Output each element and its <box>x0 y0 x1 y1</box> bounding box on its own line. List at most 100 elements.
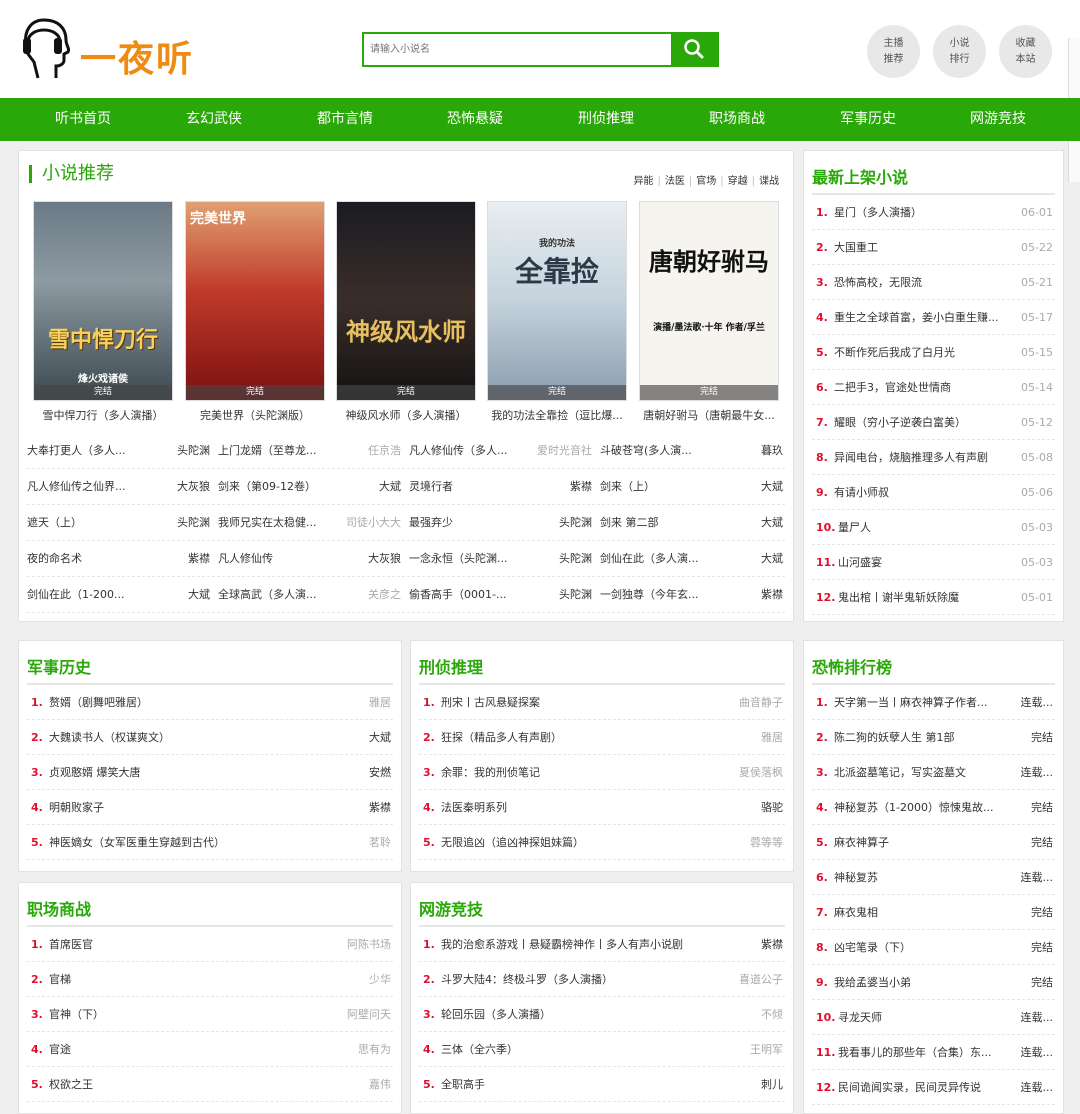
list-item[interactable]: 2. 斗罗大陆4：终极斗罗（多人演播） 喜道公子 <box>419 962 785 997</box>
list-item[interactable]: 3. 恐怖高校，无限流 05-21 <box>812 265 1055 300</box>
recommend-item[interactable]: 我师兄实在太稳健... 司徒小大大 <box>218 505 401 541</box>
list-item[interactable]: 5. 权欲之王 嘉伟 <box>27 1067 393 1102</box>
item-title[interactable]: 不断作死后我成了白月光 <box>834 335 955 370</box>
list-item[interactable]: 1. 我的治愈系游戏丨悬疑霸榜神作丨多人有声小说剧 紫襟 <box>419 927 785 962</box>
book-name[interactable]: 斗破苍穹(多人演... <box>600 433 730 469</box>
book-name[interactable]: 灵境行者 <box>409 469 539 505</box>
tag-link[interactable]: 谍战 <box>759 176 779 187</box>
recommend-item[interactable]: 全球高武（多人演... 关彦之 <box>218 577 401 613</box>
list-item[interactable]: 11. 我看事儿的那些年（合集）东... 连载... <box>812 1035 1055 1070</box>
item-title[interactable]: 麻衣鬼相 <box>834 895 878 930</box>
list-item[interactable]: 4. 官途 思有为 <box>27 1032 393 1067</box>
book-name[interactable]: 全球高武（多人演... <box>218 577 348 613</box>
recommend-item[interactable]: 斗破苍穹(多人演... 暮玖 <box>600 433 783 469</box>
bookmark-site-button[interactable]: 收藏 本站 <box>999 25 1052 78</box>
book-name[interactable]: 剑仙在此（1-200... <box>27 577 157 613</box>
list-item[interactable]: 7. 麻衣鬼相 完结 <box>812 895 1055 930</box>
recommend-item[interactable]: 灵境行者 紫襟 <box>409 469 592 505</box>
recommend-item[interactable]: 一剑独尊（今年玄... 紫襟 <box>600 577 783 613</box>
site-logo[interactable]: 一夜听 <box>20 14 195 84</box>
book-name[interactable]: 凡人修仙传（多人... <box>409 433 539 469</box>
recommend-item[interactable]: 剑来 第二部 大斌 <box>600 505 783 541</box>
list-item[interactable]: 6. 神秘复苏 连载... <box>812 860 1055 895</box>
nav-military[interactable]: 军事历史 <box>813 98 923 141</box>
list-item[interactable]: 10. 寻龙天师 连载... <box>812 1000 1055 1035</box>
book-cover[interactable]: 神级风水师 完结 <box>336 201 476 401</box>
list-item[interactable]: 8. 凶宅笔录（下） 完结 <box>812 930 1055 965</box>
list-item[interactable]: 3. 北派盗墓笔记，写实盗墓文 连载... <box>812 755 1055 790</box>
list-item[interactable]: 5. 神医嫡女（女军医重生穿越到古代） 茗聆 <box>27 825 393 860</box>
item-title[interactable]: 官梯 <box>49 962 71 997</box>
nav-home[interactable]: 听书首页 <box>28 98 138 141</box>
book-name[interactable]: 一剑独尊（今年玄... <box>600 577 730 613</box>
item-title[interactable]: 大国重工 <box>834 230 878 265</box>
tag-link[interactable]: 法医 <box>665 176 685 187</box>
list-item[interactable]: 1. 首席医官 阿陈书场 <box>27 927 393 962</box>
book-name[interactable]: 剑来 第二部 <box>600 505 730 541</box>
book-name[interactable]: 夜的命名术 <box>27 541 157 577</box>
recommend-item[interactable]: 凡人修仙传（多人... 爱时光音社 <box>409 433 592 469</box>
book-title[interactable]: 完美世界（头陀渊版） <box>177 407 333 423</box>
item-title[interactable]: 天字第一当丨麻衣神算子作者... <box>834 685 988 720</box>
book-cover[interactable]: 唐朝好驸马 演播/墨法歌·十年 作者/孚兰 完结 <box>639 201 779 401</box>
recommend-item[interactable]: 剑仙在此（1-200... 大斌 <box>27 577 210 613</box>
anchor-recommend-button[interactable]: 主播 推荐 <box>867 25 920 78</box>
item-title[interactable]: 余罪：我的刑侦笔记 <box>441 755 540 790</box>
list-item[interactable]: 2. 大魏读书人（权谋爽文） 大斌 <box>27 720 393 755</box>
item-title[interactable]: 官神（下） <box>49 997 104 1032</box>
recommend-item[interactable]: 偷香高手（0001-... 头陀渊 <box>409 577 592 613</box>
book-name[interactable]: 最强弃少 <box>409 505 539 541</box>
item-title[interactable]: 星门（多人演播） <box>834 195 922 230</box>
item-title[interactable]: 贞观憨婿 爆笑大唐 <box>49 755 141 790</box>
search-button[interactable] <box>671 32 717 67</box>
nav-urban[interactable]: 都市言情 <box>290 98 400 141</box>
recommend-item[interactable]: 上门龙婿（至尊龙... 任京浩 <box>218 433 401 469</box>
book-name[interactable]: 剑来（上） <box>600 469 730 505</box>
recommend-item[interactable]: 剑来（第09-12卷） 大斌 <box>218 469 401 505</box>
item-title[interactable]: 赘婿（剧舞吧雅居） <box>49 685 148 720</box>
list-item[interactable]: 4. 三体（全六季） 王明军 <box>419 1032 785 1067</box>
book-name[interactable]: 一念永恒（头陀渊... <box>409 541 539 577</box>
list-item[interactable]: 8. 异闻电台，烧脑推理多人有声剧 05-08 <box>812 440 1055 475</box>
list-item[interactable]: 3. 余罪：我的刑侦笔记 夏侯落枫 <box>419 755 785 790</box>
list-item[interactable]: 2. 陈二狗的妖孽人生 第1部 完结 <box>812 720 1055 755</box>
item-title[interactable]: 我给孟婆当小弟 <box>834 965 911 1000</box>
recommend-item[interactable]: 一念永恒（头陀渊... 头陀渊 <box>409 541 592 577</box>
item-title[interactable]: 民间诡闻实录，民间灵异传说 <box>838 1070 981 1105</box>
nav-detective[interactable]: 刑侦推理 <box>551 98 661 141</box>
item-title[interactable]: 权欲之王 <box>49 1067 93 1102</box>
list-item[interactable]: 3. 轮回乐园（多人演播） 不倾 <box>419 997 785 1032</box>
recommend-item[interactable]: 剑仙在此（多人演... 大斌 <box>600 541 783 577</box>
list-item[interactable]: 7. 耀眼（穷小子逆袭白富美） 05-12 <box>812 405 1055 440</box>
item-title[interactable]: 二把手3，官途处世情商 <box>834 370 951 405</box>
tag-link[interactable]: 异能 <box>634 176 654 187</box>
item-title[interactable]: 轮回乐园（多人演播） <box>441 997 551 1032</box>
item-title[interactable]: 全职高手 <box>441 1067 485 1102</box>
book-name[interactable]: 我师兄实在太稳健... <box>218 505 348 541</box>
item-title[interactable]: 寻龙天师 <box>838 1000 882 1035</box>
book-name[interactable]: 剑来（第09-12卷） <box>218 469 348 505</box>
item-title[interactable]: 异闻电台，烧脑推理多人有声剧 <box>834 440 988 475</box>
item-title[interactable]: 神秘复苏（1-2000）惊悚鬼故... <box>834 790 993 825</box>
item-title[interactable]: 三体（全六季） <box>441 1032 518 1067</box>
book-cover[interactable]: 雪中悍刀行 烽火戏诸侯 完结 <box>33 201 173 401</box>
recommend-item[interactable]: 夜的命名术 紫襟 <box>27 541 210 577</box>
list-item[interactable]: 5. 不断作死后我成了白月光 05-15 <box>812 335 1055 370</box>
item-title[interactable]: 我的治愈系游戏丨悬疑霸榜神作丨多人有声小说剧 <box>441 927 683 962</box>
book-name[interactable]: 大奉打更人（多人... <box>27 433 157 469</box>
list-item[interactable]: 2. 官梯 少华 <box>27 962 393 997</box>
recommend-item[interactable]: 凡人修仙传之仙界... 大灰狼 <box>27 469 210 505</box>
item-title[interactable]: 重生之全球首富，姜小白重生赚... <box>834 300 999 335</box>
book-title[interactable]: 神级风水师（多人演播） <box>328 407 484 423</box>
list-item[interactable]: 2. 狂探（精品多人有声剧） 雅居 <box>419 720 785 755</box>
book-name[interactable]: 剑仙在此（多人演... <box>600 541 730 577</box>
item-title[interactable]: 无限追凶（追凶神探姐妹篇） <box>441 825 584 860</box>
book-title[interactable]: 我的功法全靠捡（逗比爆... <box>479 407 635 423</box>
item-title[interactable]: 明朝败家子 <box>49 790 104 825</box>
list-item[interactable]: 1. 天字第一当丨麻衣神算子作者... 连载... <box>812 685 1055 720</box>
item-title[interactable]: 耀眼（穷小子逆袭白富美） <box>834 405 966 440</box>
list-item[interactable]: 1. 刑宋丨古风悬疑探案 曲音静子 <box>419 685 785 720</box>
nav-horror[interactable]: 恐怖悬疑 <box>420 98 530 141</box>
list-item[interactable]: 5. 麻衣神算子 完结 <box>812 825 1055 860</box>
book-name[interactable]: 凡人修仙传之仙界... <box>27 469 157 505</box>
